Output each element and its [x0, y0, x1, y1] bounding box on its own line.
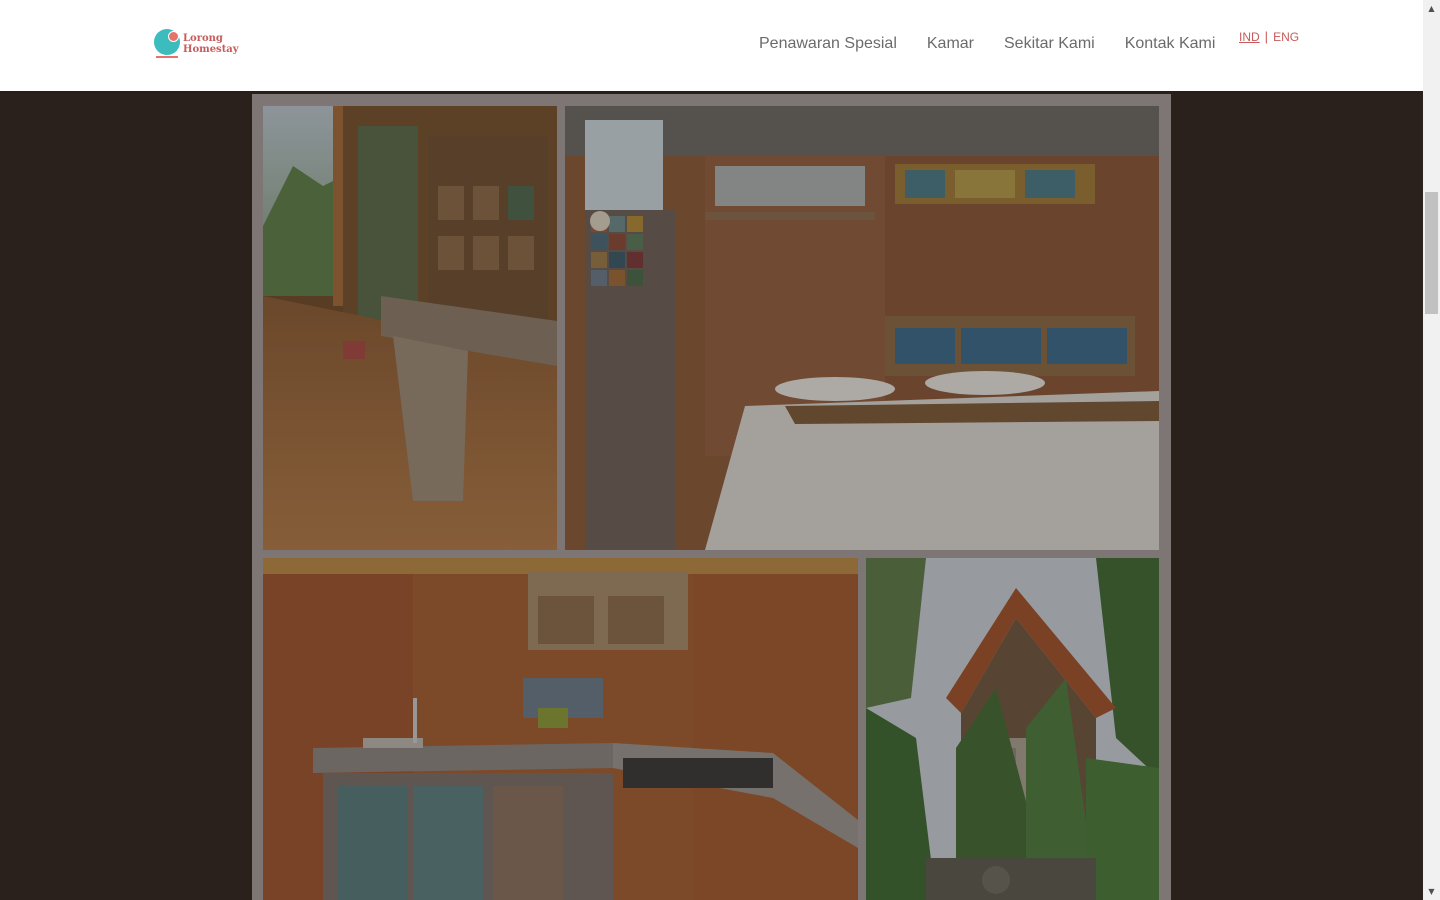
nav-item-sekitar-kami[interactable]: Sekitar Kami	[1004, 34, 1095, 54]
nav-item-kontak-kami[interactable]: Kontak Kami	[1125, 34, 1216, 54]
main-nav: Penawaran Spesial Kamar Sekitar Kami Kon…	[759, 34, 1245, 54]
vertical-scrollbar[interactable]: ▲ ▼	[1423, 0, 1440, 900]
nav-item-kamar[interactable]: Kamar	[927, 34, 974, 54]
page: Lorong Homestay Penawaran Spesial Kamar …	[0, 0, 1423, 900]
language-switcher: IND | ENG	[1239, 29, 1299, 45]
site-header: Lorong Homestay Penawaran Spesial Kamar …	[0, 0, 1423, 91]
logo-line-1: Lorong	[183, 33, 223, 44]
lang-eng-link[interactable]: ENG	[1273, 30, 1299, 44]
logo-dot-icon	[168, 31, 179, 42]
nav-item-penawaran-spesial[interactable]: Penawaran Spesial	[759, 34, 897, 54]
scroll-up-arrow-icon[interactable]: ▲	[1423, 0, 1440, 17]
bedroom-photo[interactable]	[565, 106, 1159, 550]
house-exterior-photo[interactable]	[866, 558, 1159, 900]
veranda-bench-photo[interactable]	[263, 106, 557, 550]
kitchen-photo[interactable]	[263, 558, 858, 900]
logo-underline-icon	[156, 56, 178, 58]
logo[interactable]: Lorong Homestay	[152, 27, 242, 63]
lang-separator: |	[1264, 29, 1269, 44]
logo-text: Lorong Homestay	[183, 33, 243, 55]
scroll-down-arrow-icon[interactable]: ▼	[1423, 883, 1440, 900]
logo-line-2: Homestay	[183, 44, 239, 55]
photo-collage	[252, 94, 1171, 900]
scroll-thumb[interactable]	[1425, 192, 1438, 314]
lang-ind-link[interactable]: IND	[1239, 30, 1260, 44]
